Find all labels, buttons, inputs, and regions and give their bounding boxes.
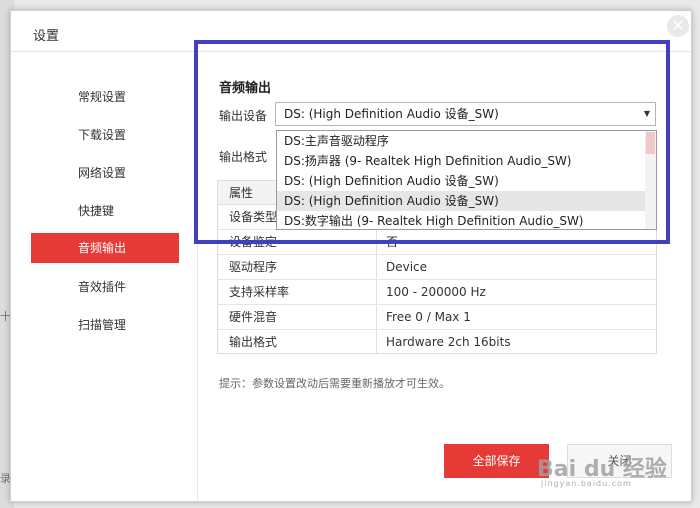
output-device-label: 输出设备 <box>219 109 268 123</box>
tip-text: 提示：参数设置改动后需要重新播放才可生效。 <box>219 377 450 390</box>
device-dropdown-list: DS:主声音驱动程序 DS:扬声器 (9- Realtek High Defin… <box>276 130 657 230</box>
close-icon[interactable]: ✕ <box>667 15 689 37</box>
dialog-title: 设置 <box>33 29 60 44</box>
dropdown-scrollbar[interactable] <box>645 131 656 229</box>
property-value: Free 0 / Max 1 <box>386 310 471 324</box>
table-row: 支持采样率 100 - 200000 Hz <box>218 280 656 305</box>
watermark-url: jingyan.baidu.com <box>541 479 632 488</box>
sidebar-item-shortcuts[interactable]: 快捷键 <box>31 196 179 226</box>
sidebar-item-scan-management[interactable]: 扫描管理 <box>31 310 179 340</box>
property-value: 100 - 200000 Hz <box>386 285 486 299</box>
selected-device: DS: (High Definition Audio 设备_SW) <box>284 107 499 121</box>
property-key: 输出格式 <box>229 335 278 349</box>
table-row: 硬件混音 Free 0 / Max 1 <box>218 305 656 330</box>
property-value: 否 <box>386 235 399 249</box>
table-header-label: 属性 <box>229 186 254 200</box>
dropdown-option[interactable]: DS:扬声器 (9- Realtek High Definition Audio… <box>277 151 645 171</box>
dropdown-option-highlighted[interactable]: DS: (High Definition Audio 设备_SW) <box>277 191 645 211</box>
dropdown-option[interactable]: DS:主声音驱动程序 <box>277 131 645 151</box>
baidu-jingyan-watermark: Bai du 经验 jingyan.baidu.com <box>537 451 669 491</box>
property-key: 设备鉴定 <box>229 235 278 249</box>
property-value: Device <box>386 260 428 274</box>
table-row: 设备鉴定 否 <box>218 230 656 255</box>
property-value: Hardware 2ch 16bits <box>386 335 511 349</box>
settings-dialog: 设置 ✕ 常规设置 下载设置 网络设置 快捷键 音频输出 音效插件 扫描管理 音… <box>10 10 692 502</box>
dropdown-option[interactable]: DS:数字输出 (9- Realtek High Definition Audi… <box>277 211 645 231</box>
property-key: 硬件混音 <box>229 310 278 324</box>
sidebar-item-download[interactable]: 下载设置 <box>31 120 179 150</box>
property-key: 驱动程序 <box>229 260 278 274</box>
chevron-down-icon[interactable]: ▼ <box>644 103 650 125</box>
table-row: 输出格式 Hardware 2ch 16bits <box>218 330 656 355</box>
property-key: 支持采样率 <box>229 285 290 299</box>
scrollbar-thumb[interactable] <box>646 132 655 154</box>
dropdown-option[interactable]: DS: (High Definition Audio 设备_SW) <box>277 171 645 191</box>
table-row: 驱动程序 Device <box>218 255 656 280</box>
output-device-select[interactable]: DS: (High Definition Audio 设备_SW) ▼ <box>275 102 656 126</box>
sidebar-divider <box>197 52 198 501</box>
section-title: 音频输出 <box>219 81 272 96</box>
title-divider <box>11 51 691 52</box>
save-all-button[interactable]: 全部保存 <box>444 444 549 478</box>
property-key: 设备类型 <box>229 210 278 224</box>
sidebar-item-audio-output[interactable]: 音频输出 <box>31 233 179 263</box>
sidebar-item-sound-effects[interactable]: 音效插件 <box>31 272 179 302</box>
output-format-label: 输出格式 <box>219 150 268 164</box>
sidebar-item-network[interactable]: 网络设置 <box>31 158 179 188</box>
sidebar-item-general[interactable]: 常规设置 <box>31 82 179 112</box>
